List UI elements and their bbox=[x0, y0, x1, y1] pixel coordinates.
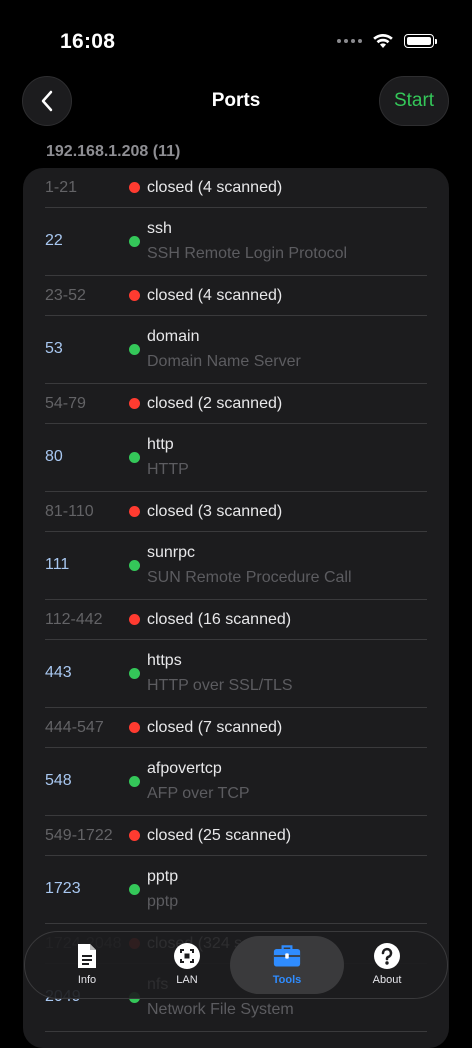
service-name: closed (7 scanned) bbox=[147, 719, 283, 736]
closed-status-dot-icon bbox=[129, 290, 140, 301]
service-description: Domain Name Server bbox=[147, 353, 301, 370]
open-port-row[interactable]: 1723 pptp pptp bbox=[45, 856, 427, 924]
closed-status-dot-icon bbox=[129, 722, 140, 733]
service-name: afpovertcp bbox=[147, 760, 222, 777]
service-name: pptp bbox=[147, 868, 179, 885]
open-port-row[interactable]: 22 ssh SSH Remote Login Protocol bbox=[45, 208, 427, 276]
closed-status-dot-icon bbox=[129, 614, 140, 625]
tab-label: About bbox=[372, 974, 402, 986]
port-number: 81-110 bbox=[45, 503, 94, 520]
port-number: 54-79 bbox=[45, 395, 86, 412]
open-status-dot-icon bbox=[129, 452, 140, 463]
start-scan-button[interactable]: Start bbox=[379, 76, 449, 126]
port-number: 23-52 bbox=[45, 287, 86, 304]
tab-bar: Info LAN Tools About bbox=[24, 931, 448, 999]
port-number: 549-1722 bbox=[45, 827, 113, 844]
open-port-row[interactable]: 80 http HTTP bbox=[45, 424, 427, 492]
service-name: closed (2 scanned) bbox=[147, 395, 283, 412]
document-icon bbox=[73, 942, 101, 970]
service-description: SSH Remote Login Protocol bbox=[147, 245, 348, 262]
wifi-icon bbox=[373, 33, 393, 48]
port-number: 548 bbox=[45, 772, 72, 789]
port-number: 111 bbox=[45, 556, 70, 573]
closed-status-dot-icon bbox=[129, 830, 140, 841]
port-number: 53 bbox=[45, 340, 63, 357]
service-name: http bbox=[147, 436, 174, 453]
closed-port-row[interactable]: 112-442 closed (16 scanned) bbox=[45, 600, 427, 640]
closed-port-row[interactable]: 23-52 closed (4 scanned) bbox=[45, 276, 427, 316]
closed-port-row[interactable]: 444-547 closed (7 scanned) bbox=[45, 708, 427, 748]
service-description: HTTP bbox=[147, 461, 189, 478]
service-name: https bbox=[147, 652, 182, 669]
closed-port-row[interactable]: 1-21 closed (4 scanned) bbox=[45, 168, 427, 208]
tab-label: Tools bbox=[272, 974, 302, 986]
service-name: closed (4 scanned) bbox=[147, 179, 283, 196]
tab-info[interactable]: Info bbox=[39, 932, 135, 998]
lan-scan-icon bbox=[173, 942, 201, 970]
tab-tools[interactable]: Tools bbox=[230, 936, 344, 994]
service-name: domain bbox=[147, 328, 200, 345]
port-number: 1-21 bbox=[45, 179, 78, 196]
closed-status-dot-icon bbox=[129, 398, 140, 409]
tab-about[interactable]: About bbox=[339, 932, 435, 998]
service-name: closed (25 scanned) bbox=[147, 827, 292, 844]
port-number: 80 bbox=[45, 448, 63, 465]
open-status-dot-icon bbox=[129, 776, 140, 787]
service-description: HTTP over SSL/TLS bbox=[147, 677, 293, 694]
closed-port-row[interactable]: 549-1722 closed (25 scanned) bbox=[45, 816, 427, 856]
open-port-row[interactable]: 111 sunrpc SUN Remote Procedure Call bbox=[45, 532, 427, 600]
battery-icon bbox=[404, 34, 437, 48]
service-name: closed (16 scanned) bbox=[147, 611, 292, 628]
service-description: SUN Remote Procedure Call bbox=[147, 569, 352, 586]
status-bar: 16:08 bbox=[0, 0, 472, 80]
service-description: AFP over TCP bbox=[147, 785, 250, 802]
service-name: closed (3 scanned) bbox=[147, 503, 283, 520]
open-port-row[interactable]: 548 afpovertcp AFP over TCP bbox=[45, 748, 427, 816]
service-name: ssh bbox=[147, 220, 172, 237]
open-port-row[interactable]: 53 domain Domain Name Server bbox=[45, 316, 427, 384]
service-description: pptp bbox=[147, 893, 179, 910]
service-description: Network File System bbox=[147, 1001, 294, 1018]
ports-list: 1-21 closed (4 scanned) 22 ssh SSH Remote Lo… bbox=[23, 168, 449, 1048]
status-icons bbox=[337, 33, 437, 49]
open-status-dot-icon bbox=[129, 236, 140, 247]
section-header: 192.168.1.208 (11) bbox=[46, 143, 181, 160]
closed-port-row[interactable]: 81-110 closed (3 scanned) bbox=[45, 492, 427, 532]
tab-label: Info bbox=[77, 974, 97, 986]
toolbox-icon bbox=[273, 942, 301, 970]
open-status-dot-icon bbox=[129, 560, 140, 571]
port-number: 112-442 bbox=[45, 611, 103, 628]
status-time: 16:08 bbox=[60, 30, 116, 53]
service-name: sunrpc bbox=[147, 544, 196, 561]
port-number: 1723 bbox=[45, 880, 81, 897]
open-port-row[interactable]: 443 https HTTP over SSL/TLS bbox=[45, 640, 427, 708]
tab-label: LAN bbox=[176, 974, 198, 986]
closed-status-dot-icon bbox=[129, 182, 140, 193]
open-status-dot-icon bbox=[129, 668, 140, 679]
closed-status-dot-icon bbox=[129, 506, 140, 517]
port-number: 22 bbox=[45, 232, 63, 249]
cellular-signal-icon bbox=[337, 39, 362, 43]
open-status-dot-icon bbox=[129, 344, 140, 355]
service-name: closed (4 scanned) bbox=[147, 287, 283, 304]
navigation-bar: Ports Start bbox=[0, 76, 472, 128]
port-number: 443 bbox=[45, 664, 72, 681]
tab-lan[interactable]: LAN bbox=[139, 932, 235, 998]
port-number: 444-547 bbox=[45, 719, 104, 736]
open-status-dot-icon bbox=[129, 884, 140, 895]
closed-port-row[interactable]: 54-79 closed (2 scanned) bbox=[45, 384, 427, 424]
help-icon bbox=[373, 942, 401, 970]
